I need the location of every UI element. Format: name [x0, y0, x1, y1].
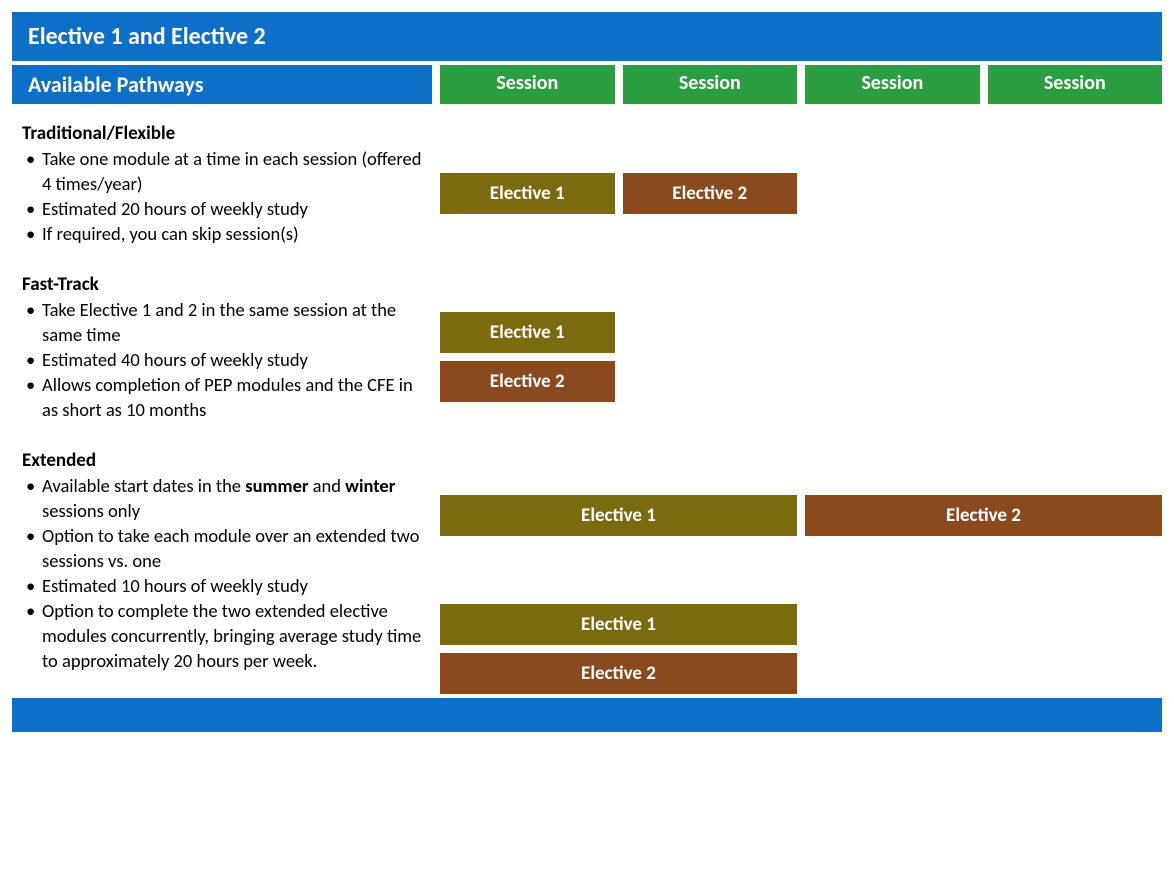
session-header-3: Session — [805, 65, 980, 104]
extended-b1-post: sessions only — [42, 499, 140, 522]
traditional-description: Traditional/Flexible Take one module at … — [12, 122, 432, 265]
fasttrack-title: Fast-Track — [22, 273, 422, 296]
traditional-bullet-3: If required, you can skip session(s) — [26, 222, 422, 247]
traditional-bullets: Take one module at a time in each sessio… — [22, 147, 422, 247]
extended-bullet-1: Available start dates in the summer and … — [26, 474, 422, 524]
fasttrack-bullet-3: Allows completion of PEP modules and the… — [26, 373, 422, 423]
session-header-1: Session — [440, 65, 615, 104]
extended-description: Extended Available start dates in the su… — [12, 449, 432, 694]
extended-b1-mid: and — [308, 474, 345, 497]
session-header-4: Session — [988, 65, 1163, 104]
traditional-sessions: Elective 1 Elective 2 — [440, 122, 1162, 265]
extended-b1-summer: summer — [245, 474, 308, 497]
extended-seq-elective-2: Elective 2 — [805, 495, 1162, 536]
session-header-2: Session — [623, 65, 798, 104]
traditional-bullet-1: Take one module at a time in each sessio… — [26, 147, 422, 197]
traditional-row: Traditional/Flexible Take one module at … — [12, 104, 1162, 265]
fasttrack-bullet-1: Take Elective 1 and 2 in the same sessio… — [26, 298, 422, 348]
fasttrack-elective-2: Elective 2 — [440, 361, 615, 402]
extended-conc-elective-2: Elective 2 — [440, 653, 797, 694]
extended-bullet-4: Option to complete the two extended elec… — [26, 599, 422, 674]
extended-b1-pre: Available start dates in the — [42, 474, 245, 497]
fasttrack-sessions: Elective 1 Elective 2 — [440, 273, 1162, 441]
title-bar: Elective 1 and Elective 2 — [12, 12, 1162, 65]
pathways-diagram: Elective 1 and Elective 2 Available Path… — [12, 12, 1162, 732]
traditional-bullet-2: Estimated 20 hours of weekly study — [26, 197, 422, 222]
bottom-bar — [12, 698, 1162, 732]
extended-seq-elective-1: Elective 1 — [440, 495, 797, 536]
extended-bullet-2: Option to take each module over an exten… — [26, 524, 422, 574]
fasttrack-row: Fast-Track Take Elective 1 and 2 in the … — [12, 265, 1162, 441]
traditional-elective-2: Elective 2 — [623, 173, 798, 214]
fasttrack-bullets: Take Elective 1 and 2 in the same sessio… — [22, 298, 422, 423]
extended-bullets: Available start dates in the summer and … — [22, 474, 422, 674]
fasttrack-bullet-2: Estimated 40 hours of weekly study — [26, 348, 422, 373]
header-row: Available Pathways Session Session Sessi… — [12, 65, 1162, 104]
extended-bullet-3: Estimated 10 hours of weekly study — [26, 574, 422, 599]
fasttrack-description: Fast-Track Take Elective 1 and 2 in the … — [12, 273, 432, 441]
extended-title: Extended — [22, 449, 422, 472]
traditional-title: Traditional/Flexible — [22, 122, 422, 145]
fasttrack-elective-1: Elective 1 — [440, 312, 615, 353]
extended-row: Extended Available start dates in the su… — [12, 441, 1162, 694]
traditional-elective-1: Elective 1 — [440, 173, 615, 214]
extended-conc-elective-1: Elective 1 — [440, 604, 797, 645]
extended-b1-winter: winter — [345, 474, 395, 497]
extended-sessions: Elective 1 Elective 2 Elective 1 Electiv… — [440, 449, 1162, 694]
available-pathways-header: Available Pathways — [12, 65, 432, 104]
